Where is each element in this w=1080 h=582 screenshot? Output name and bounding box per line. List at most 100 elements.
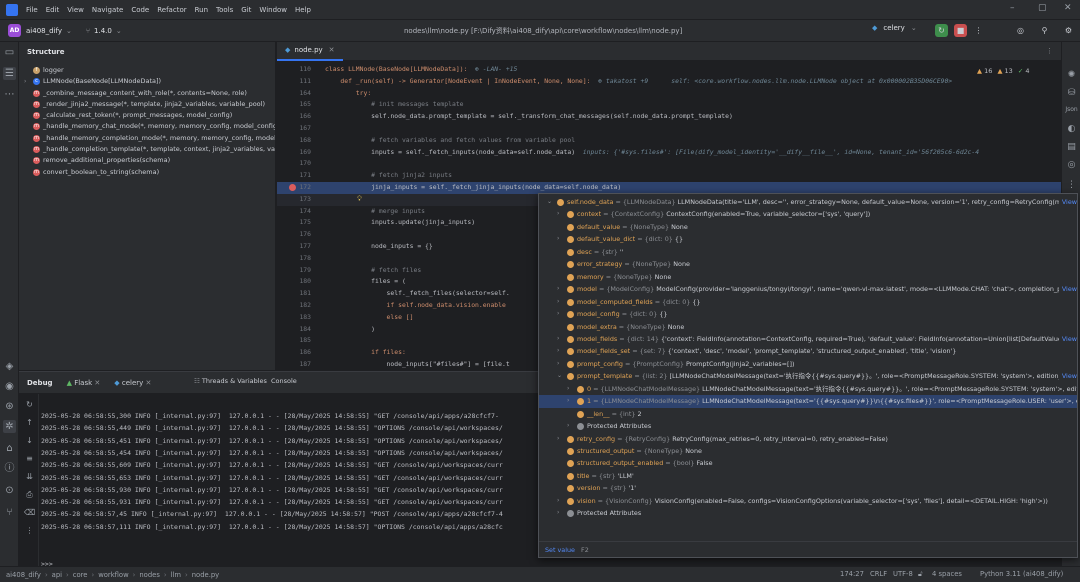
variable-row[interactable]: › default_value_dict = {dict: 0} {} <box>539 233 1077 246</box>
project-tool-icon[interactable]: ▭ <box>3 46 16 59</box>
structure-item[interactable]: m remove_additional_properties(schema) <box>19 155 275 166</box>
menu-item-view[interactable]: View <box>67 6 84 14</box>
menu-item-help[interactable]: Help <box>295 6 311 14</box>
chevron-down-icon[interactable]: ⌄ <box>116 27 122 35</box>
chevron-down-icon[interactable]: ⌄ <box>547 196 552 209</box>
variable-row[interactable]: › 0 = {LLMNodeChatModelMessage} LLMNodeCh… <box>539 383 1077 396</box>
tab-threads-variables[interactable]: ☷ Threads & Variables <box>194 377 267 385</box>
variable-row[interactable]: version = {str} '1' <box>539 482 1077 495</box>
structure-item[interactable]: m _handle_completion_template(*, template… <box>19 144 275 155</box>
variable-row[interactable]: › Protected Attributes <box>539 420 1077 433</box>
tab-console[interactable]: Console <box>271 377 297 385</box>
close-tab-icon[interactable]: ✕ <box>146 379 152 387</box>
rerun-icon[interactable]: ↻ <box>24 400 35 409</box>
chevron-right-icon[interactable]: › <box>557 333 559 346</box>
plugins-icon[interactable]: ⋮ <box>1065 180 1078 190</box>
breadcrumb-item[interactable]: llm <box>171 571 181 579</box>
chevron-right-icon[interactable]: › <box>567 395 569 408</box>
settings-icon[interactable]: ⚙ <box>1062 24 1075 37</box>
breakpoint-icon[interactable] <box>289 184 296 191</box>
services-icon[interactable]: ⊛ <box>3 400 16 413</box>
chevron-down-icon[interactable]: ⌄ <box>557 370 562 383</box>
coverage-icon[interactable]: ▤ <box>1065 142 1078 152</box>
close-tab-icon[interactable]: ✕ <box>329 46 335 54</box>
chevron-right-icon[interactable]: › <box>557 507 559 520</box>
structure-item[interactable]: m _handle_memory_chat_mode(*, memory, mem… <box>19 121 275 132</box>
chevron-right-icon[interactable]: › <box>557 296 559 309</box>
rerun-icon[interactable]: ↻ <box>935 24 948 37</box>
breadcrumb-item[interactable]: workflow <box>98 571 128 579</box>
chevron-right-icon[interactable]: › <box>557 495 559 508</box>
project-selector[interactable]: ai408_dify <box>26 27 62 35</box>
variable-row[interactable]: › model = {ModelConfig} ModelConfig(provi… <box>539 283 1077 296</box>
variable-row[interactable]: model_extra = {NoneType} None <box>539 321 1077 334</box>
set-value-link[interactable]: Set value <box>545 546 575 554</box>
view-link[interactable]: View <box>1058 370 1077 383</box>
menu-item-refactor[interactable]: Refactor <box>157 6 186 14</box>
menu-item-code[interactable]: Code <box>131 6 149 14</box>
variable-row[interactable]: error_strategy = {NoneType} None <box>539 258 1077 271</box>
ai-assistant-icon[interactable]: ✺ <box>1065 70 1078 80</box>
variable-row[interactable]: › model_fields_set = {set: 7} {'context',… <box>539 345 1077 358</box>
menu-item-edit[interactable]: Edit <box>46 6 60 14</box>
chevron-right-icon[interactable]: › <box>567 383 569 396</box>
chevron-right-icon[interactable]: › <box>557 358 559 371</box>
view-link[interactable]: View <box>1058 283 1077 296</box>
maximize-icon[interactable]: ▢ <box>1038 3 1047 13</box>
breadcrumb-item[interactable]: ai408_dify <box>6 571 41 579</box>
structure-item[interactable]: m convert_boolean_to_string(schema) <box>19 167 275 178</box>
todo-icon[interactable]: ⊙ <box>3 484 16 497</box>
caret-position[interactable]: 174:27 <box>840 570 864 578</box>
more-tools-icon[interactable]: ⋯ <box>3 88 16 101</box>
more-icon[interactable]: ⋮ <box>972 24 985 37</box>
chevron-down-icon[interactable]: ⌄ <box>911 24 917 32</box>
menu-item-window[interactable]: Window <box>259 6 287 14</box>
variable-row[interactable]: › model_fields = {dict: 14} {'context': F… <box>539 332 1077 346</box>
json-tool-icon[interactable]: Json <box>1065 106 1078 113</box>
variable-row[interactable]: › context = {ContextConfig} ContextConfig… <box>539 208 1077 221</box>
git-icon[interactable]: ⑂ <box>3 506 16 519</box>
breadcrumb-item[interactable]: node.py <box>192 571 219 579</box>
close-window-icon[interactable]: ✕ <box>1064 3 1072 13</box>
chevron-down-icon[interactable]: ⌄ <box>66 27 72 35</box>
people-icon[interactable]: ◎ <box>1014 24 1027 37</box>
variable-row[interactable]: ⌄ prompt_template = {list: 2} [LLMNodeCha… <box>539 370 1077 383</box>
chevron-right-icon[interactable]: › <box>557 433 559 446</box>
close-tab-icon[interactable]: ✕ <box>94 379 100 387</box>
breadcrumb-item[interactable]: nodes <box>139 571 160 579</box>
variable-row[interactable]: › Protected Attributes <box>539 507 1077 520</box>
chevron-right-icon[interactable]: › <box>557 345 559 358</box>
python-console-icon[interactable]: ◉ <box>3 380 16 393</box>
vcs-branch[interactable]: 1.4.0 <box>94 27 112 35</box>
tab-celery[interactable]: ◆ celery ✕ <box>114 379 151 387</box>
line-separator[interactable]: CRLF <box>870 570 887 578</box>
variable-row[interactable]: › model_computed_fields = {dict: 0} {} <box>539 296 1077 309</box>
variable-row[interactable]: ⌄ self.node_data = {LLMNodeData} LLMNodeD… <box>539 196 1077 209</box>
variable-row[interactable]: memory = {NoneType} None <box>539 271 1077 284</box>
minimize-icon[interactable]: – <box>1010 3 1015 13</box>
breadcrumb-item[interactable]: api <box>52 571 62 579</box>
notifications-icon[interactable]: ◐ <box>1065 124 1078 134</box>
intention-bulb-icon[interactable]: 💡︎ <box>357 194 362 206</box>
tab-node-py[interactable]: ◆ node.py ✕ <box>277 42 343 61</box>
indent-setting[interactable]: 4 spaces <box>932 570 962 578</box>
interpreter-selector[interactable]: Python 3.11 (ai408_dify) <box>980 570 1063 578</box>
menu-item-run[interactable]: Run <box>195 6 208 14</box>
chevron-right-icon[interactable]: › <box>557 283 559 296</box>
lock-icon[interactable]: 🔓︎ <box>918 570 922 579</box>
variable-row[interactable]: structured_output_enabled = {bool} False <box>539 457 1077 470</box>
variable-row[interactable]: desc = {str} '' <box>539 246 1077 259</box>
structure-item[interactable]: m _render_jinja2_message(*, template, jin… <box>19 99 275 110</box>
endpoints-icon[interactable]: ◎ <box>1065 160 1078 170</box>
python-packages-icon[interactable]: ◈ <box>3 360 16 373</box>
structure-item[interactable]: m _calculate_rest_token(*, prompt_message… <box>19 110 275 121</box>
variable-row[interactable]: › model_config = {dict: 0} {} <box>539 308 1077 321</box>
chevron-right-icon[interactable]: › <box>557 208 559 221</box>
debug-tool-icon[interactable]: ✲ <box>3 420 16 433</box>
file-encoding[interactable]: UTF-8 <box>893 570 913 578</box>
tab-flask[interactable]: ▲ Flask ✕ <box>67 379 101 387</box>
search-icon[interactable]: ⚲ <box>1038 24 1051 37</box>
menu-item-git[interactable]: Git <box>241 6 251 14</box>
chevron-right-icon[interactable]: › <box>557 308 559 321</box>
variable-row[interactable]: › retry_config = {RetryConfig} RetryConfi… <box>539 433 1077 446</box>
